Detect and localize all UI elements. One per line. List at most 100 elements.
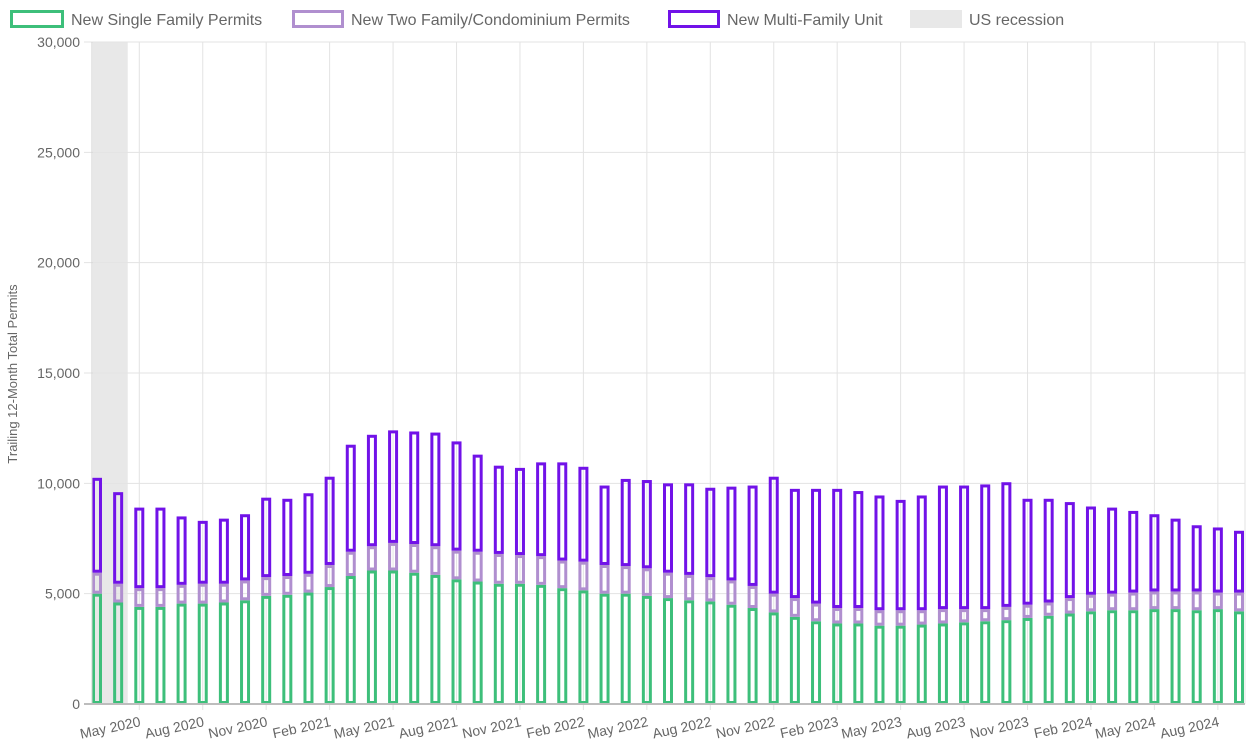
bar-new-two-family-condominium-permits xyxy=(240,580,251,601)
y-axis-title: Trailing 12-Month Total Permits xyxy=(5,284,20,464)
bar-new-two-family-condominium-permits xyxy=(155,588,166,607)
bar-new-multi-family-unit xyxy=(1128,510,1139,593)
bar-new-single-family-permits xyxy=(1170,609,1181,705)
bar-new-single-family-permits xyxy=(684,600,695,705)
bar-new-single-family-permits xyxy=(1128,610,1139,705)
x-tick-label: Feb 2023 xyxy=(779,713,840,741)
bar-new-multi-family-unit xyxy=(430,432,441,547)
legend-label-new-single-family-permits: New Single Family Permits xyxy=(71,12,262,29)
bar-new-two-family-condominium-permits xyxy=(747,585,758,609)
bar-new-two-family-condominium-permits xyxy=(1128,592,1139,611)
x-tick-label: Nov 2020 xyxy=(207,713,269,741)
y-tick-label: 25,000 xyxy=(37,144,80,160)
bar-new-two-family-condominium-permits xyxy=(620,566,631,594)
bar-new-two-family-condominium-permits xyxy=(1001,606,1012,621)
bar-new-multi-family-unit xyxy=(811,488,822,604)
bar-new-single-family-permits xyxy=(811,621,822,704)
bar-new-single-family-permits xyxy=(747,608,758,705)
bar-new-multi-family-unit xyxy=(282,498,293,577)
x-tick-label: Feb 2021 xyxy=(271,713,332,741)
y-tick-label: 30,000 xyxy=(37,34,80,50)
bar-new-single-family-permits xyxy=(916,624,927,704)
bar-new-single-family-permits xyxy=(430,574,441,704)
bar-new-two-family-condominium-permits xyxy=(853,608,864,624)
bar-new-single-family-permits xyxy=(599,593,610,705)
x-tick-label: Nov 2021 xyxy=(461,713,523,741)
bar-new-single-family-permits xyxy=(1043,615,1054,705)
bar-new-single-family-permits xyxy=(620,593,631,705)
x-tick-label: May 2021 xyxy=(332,713,396,741)
legend-label-new-multi-family-unit: New Multi-Family Unit xyxy=(727,12,883,29)
bar-new-multi-family-unit xyxy=(1043,498,1054,603)
bar-new-single-family-permits xyxy=(874,625,885,704)
bar-new-single-family-permits xyxy=(726,604,737,705)
legend-swatch-new-single-family-permits xyxy=(10,10,64,28)
bar-new-single-family-permits xyxy=(536,584,547,705)
bar-new-multi-family-unit xyxy=(493,465,504,554)
legend-label-new-two-family-condominium-permits: New Two Family/Condominium Permits xyxy=(351,12,630,29)
y-tick-label: 15,000 xyxy=(37,365,80,381)
y-tick-label: 0 xyxy=(72,696,80,712)
bar-new-multi-family-unit xyxy=(1191,525,1202,592)
y-tick-label: 5,000 xyxy=(45,586,80,602)
bar-new-multi-family-unit xyxy=(1170,518,1181,592)
bar-new-single-family-permits xyxy=(218,602,229,705)
bar-new-two-family-condominium-permits xyxy=(874,610,885,626)
bar-new-single-family-permits xyxy=(366,570,377,704)
bar-new-two-family-condominium-permits xyxy=(726,580,737,605)
bar-new-two-family-condominium-permits xyxy=(176,584,187,604)
bar-new-multi-family-unit xyxy=(1234,530,1244,593)
bar-new-multi-family-unit xyxy=(536,462,547,557)
bar-new-two-family-condominium-permits xyxy=(599,564,610,594)
x-tick-label: Feb 2022 xyxy=(525,713,586,741)
x-tick-label: May 2022 xyxy=(586,713,650,741)
bar-new-single-family-permits xyxy=(176,603,187,705)
bar-new-two-family-condominium-permits xyxy=(282,576,293,595)
bar-new-multi-family-unit xyxy=(620,478,631,567)
stacked-bar-chart: 0 5,000 10,000 15,000 20,000 25,000 30,000 May … xyxy=(5,10,1246,742)
bar-new-multi-family-unit xyxy=(218,518,229,584)
bar-new-multi-family-unit xyxy=(1107,507,1118,594)
bar-new-two-family-condominium-permits xyxy=(303,573,314,593)
bar-new-two-family-condominium-permits xyxy=(1191,591,1202,611)
bar-new-two-family-condominium-permits xyxy=(1064,598,1075,614)
bar-new-multi-family-unit xyxy=(176,516,187,585)
bar-new-multi-family-unit xyxy=(345,444,356,552)
bar-new-single-family-permits xyxy=(1234,611,1244,705)
bar-new-single-family-permits xyxy=(1191,610,1202,705)
bar-new-two-family-condominium-permits xyxy=(557,560,568,589)
bar-new-multi-family-unit xyxy=(663,483,673,573)
bar-new-single-family-permits xyxy=(557,588,568,705)
bar-new-single-family-permits xyxy=(663,598,673,705)
bar-new-single-family-permits xyxy=(789,616,800,704)
bar-new-two-family-condominium-permits xyxy=(345,551,356,577)
legend-swatch-us-recession xyxy=(910,10,962,28)
bar-new-single-family-permits xyxy=(1064,613,1075,705)
bar-new-two-family-condominium-permits xyxy=(218,583,229,603)
x-tick-label: Aug 2024 xyxy=(1159,713,1221,741)
bar-new-multi-family-unit xyxy=(726,486,737,581)
bar-new-multi-family-unit xyxy=(747,485,758,586)
bar-new-multi-family-unit xyxy=(1064,502,1075,599)
x-tick-label: May 2020 xyxy=(78,713,142,741)
x-tick-label: Aug 2021 xyxy=(397,713,459,741)
bar-new-two-family-condominium-permits xyxy=(430,546,441,575)
bar-new-single-family-permits xyxy=(1001,620,1012,704)
x-tick-label: Nov 2023 xyxy=(968,713,1030,741)
bar-new-single-family-permits xyxy=(472,581,483,705)
bar-new-single-family-permits xyxy=(240,600,251,705)
x-tick-label: Feb 2024 xyxy=(1032,713,1093,741)
bar-new-multi-family-unit xyxy=(303,493,314,574)
bar-new-multi-family-unit xyxy=(599,485,610,565)
axes-layer: 0 5,000 10,000 15,000 20,000 25,000 30,000 May … xyxy=(37,34,1245,742)
x-tick-label: Nov 2022 xyxy=(714,713,776,741)
bar-new-multi-family-unit xyxy=(937,485,948,610)
chart-container: 0 5,000 10,000 15,000 20,000 25,000 30,000 May … xyxy=(0,0,1250,750)
bar-new-single-family-permits xyxy=(937,623,948,704)
x-tick-label: May 2024 xyxy=(1094,713,1158,741)
bar-new-two-family-condominium-permits xyxy=(684,574,695,601)
bar-new-multi-family-unit xyxy=(155,507,166,589)
bar-new-two-family-condominium-permits xyxy=(980,609,991,622)
bar-new-two-family-condominium-permits xyxy=(811,603,822,622)
x-tick-label: May 2023 xyxy=(840,713,904,741)
